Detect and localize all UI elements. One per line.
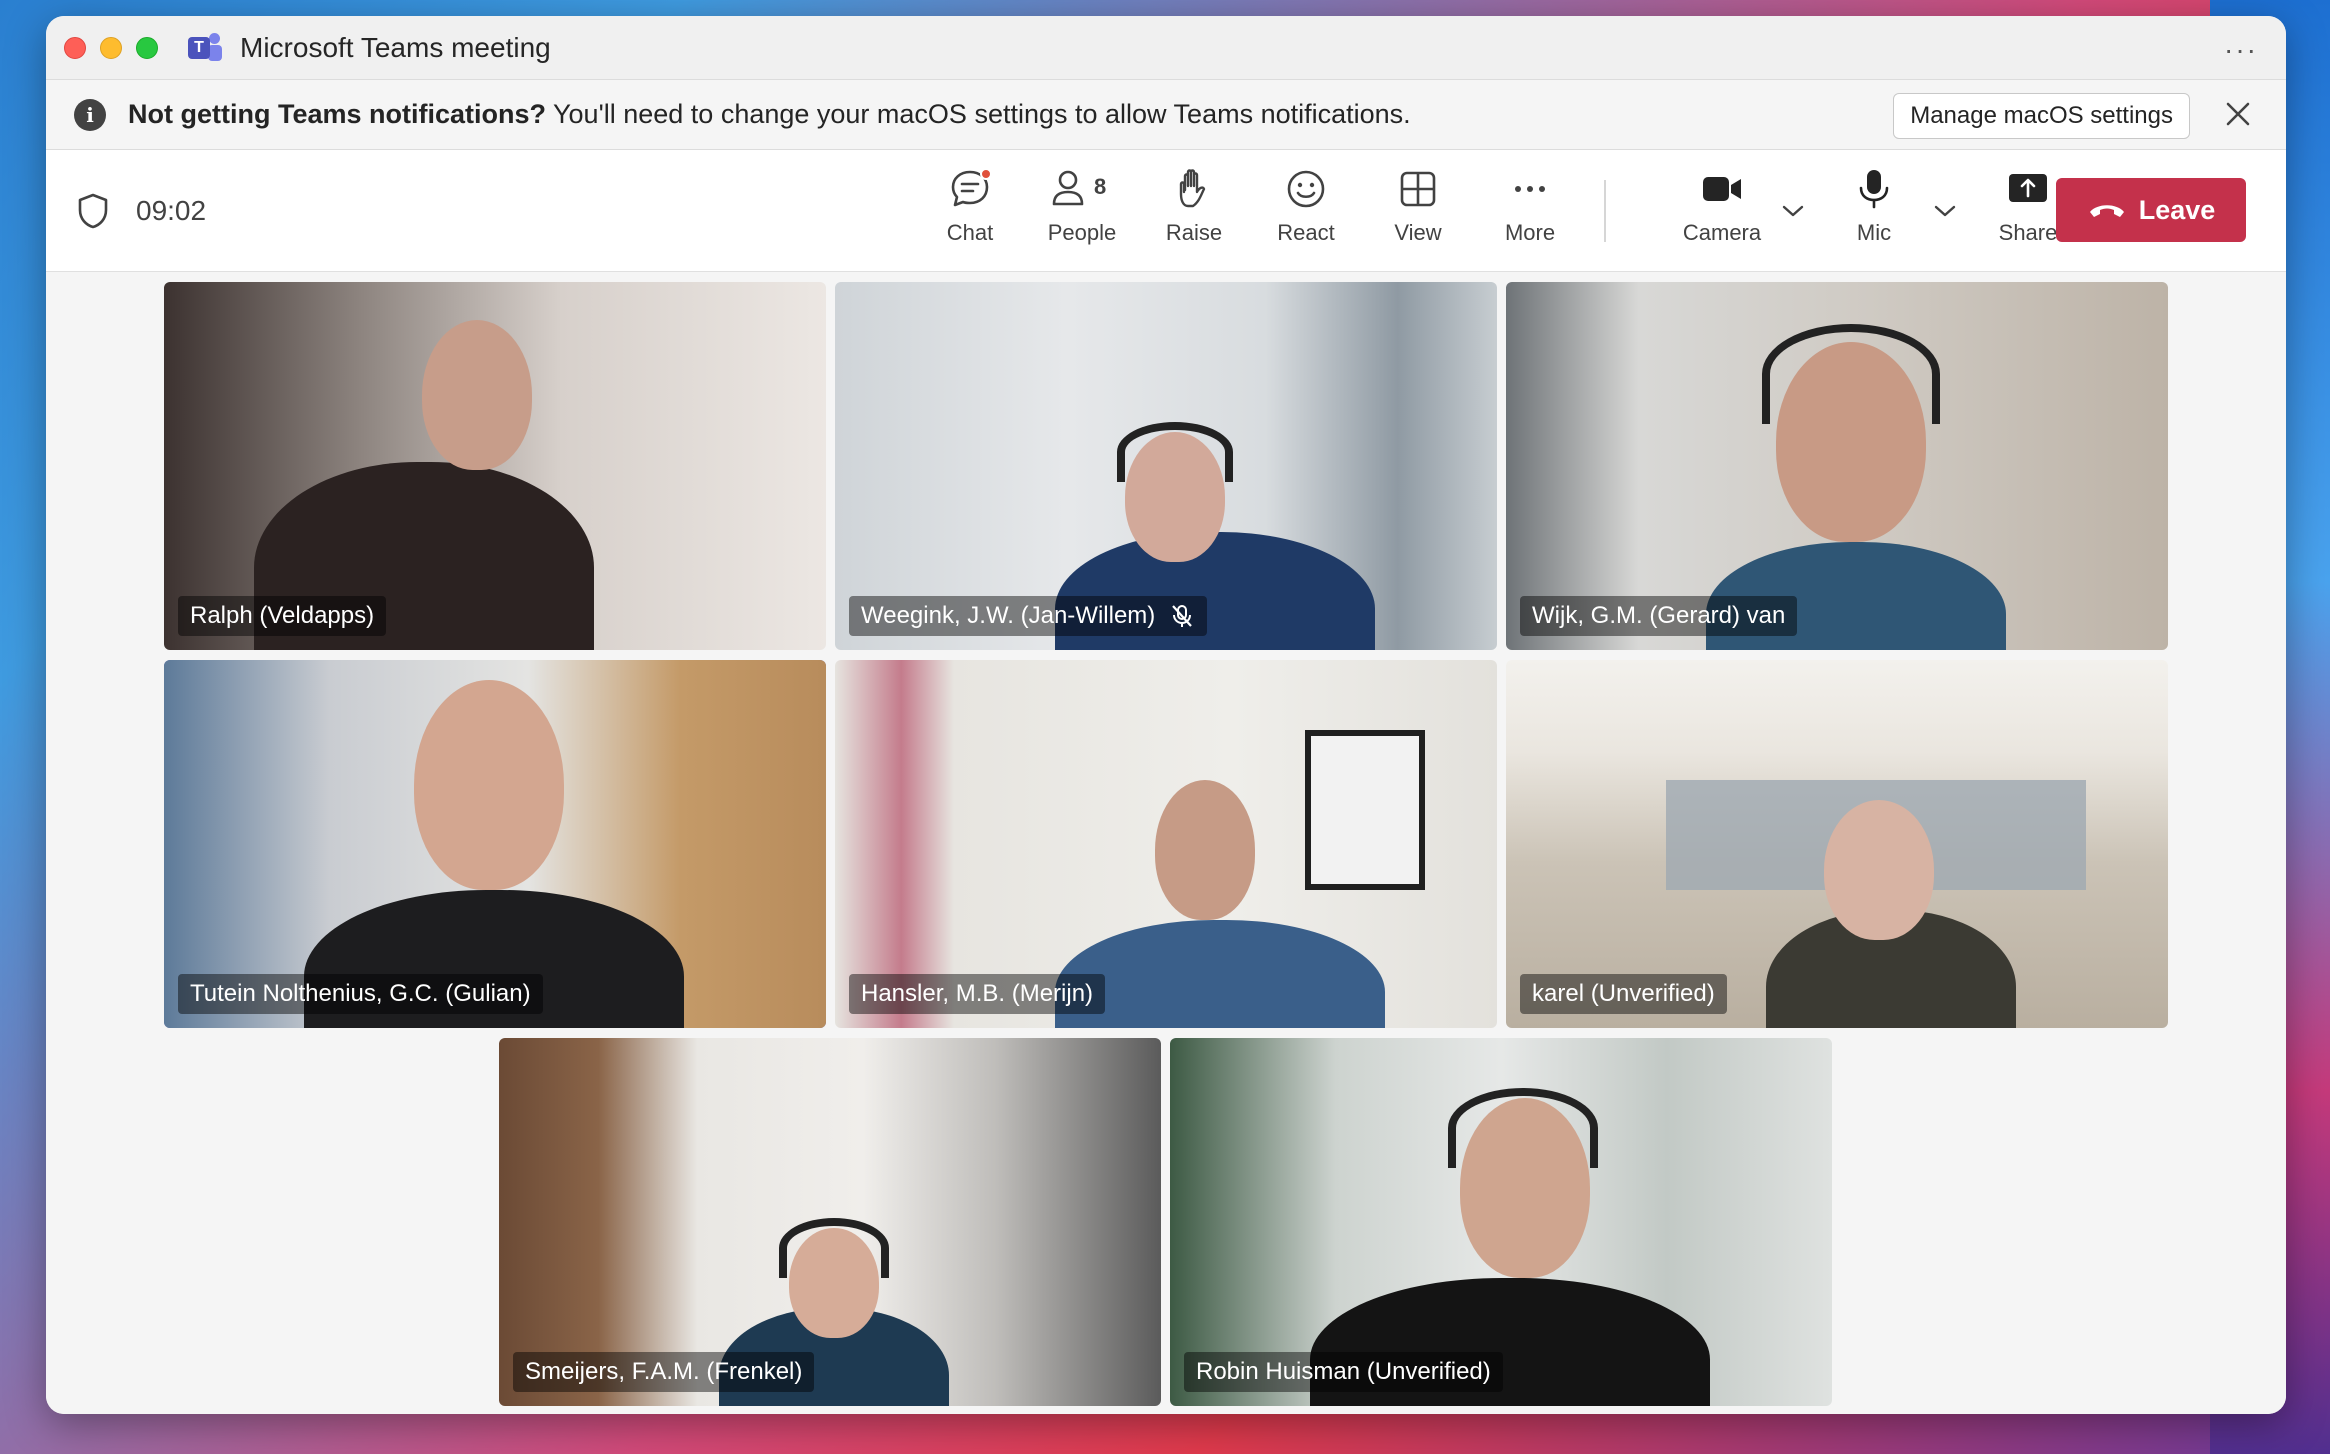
react-button[interactable]: React: [1256, 166, 1356, 256]
participant-name: karel (Unverified): [1532, 980, 1715, 1007]
more-icon: [1515, 186, 1545, 192]
zoom-window-button[interactable]: [136, 36, 158, 59]
react-label: React: [1277, 220, 1335, 245]
manage-macos-settings-button[interactable]: Manage macOS settings: [1893, 93, 2190, 139]
participant-tile[interactable]: Hansler, M.B. (Merijn): [835, 660, 1497, 1028]
window-title: Microsoft Teams meeting: [240, 31, 551, 63]
grid-view-icon: [1400, 171, 1436, 207]
participant-name-tag: Hansler, M.B. (Merijn): [849, 974, 1106, 1014]
participant-tile[interactable]: Ralph (Veldapps): [164, 282, 826, 650]
chat-label: Chat: [946, 220, 994, 245]
camera-icon: [1703, 177, 1741, 201]
people-icon: [1052, 170, 1084, 206]
chat-button[interactable]: Chat: [920, 166, 1020, 256]
people-label: People: [1047, 220, 1117, 245]
meeting-timer: 09:02: [136, 194, 207, 226]
participant-tile[interactable]: Wijk, G.M. (Gerard) van: [1506, 282, 2168, 650]
close-window-button[interactable]: [64, 36, 86, 59]
more-label: More: [1504, 220, 1556, 245]
raise-label: Raise: [1165, 220, 1223, 245]
teams-meeting-window: T Microsoft Teams meeting ··· i Not gett…: [46, 16, 2286, 1414]
headset: [1117, 422, 1233, 482]
notification-text: Not getting Teams notifications? You'll …: [128, 99, 1411, 130]
participant-name: Smeijers, F.A.M. (Frenkel): [525, 1358, 803, 1385]
more-button[interactable]: More: [1480, 166, 1580, 256]
notification-bold-text: Not getting Teams notifications?: [128, 99, 546, 129]
people-button[interactable]: 8 People: [1032, 166, 1132, 256]
participant-tile[interactable]: karel (Unverified): [1506, 660, 2168, 1028]
participant-name: Wijk, G.M. (Gerard) van: [1532, 602, 1786, 629]
camera-options-chevron-down-icon[interactable]: [1780, 202, 1806, 220]
microphone-icon: [1859, 170, 1889, 209]
minimize-window-button[interactable]: [100, 36, 122, 59]
headset: [1762, 324, 1940, 424]
camera-button[interactable]: Camera: [1672, 166, 1772, 256]
close-icon[interactable]: [2220, 96, 2256, 132]
video-gallery: Ralph (Veldapps) Weegink, J.W. (Jan-Will…: [46, 274, 2286, 1414]
leave-button[interactable]: Leave: [2056, 178, 2246, 242]
participant-face: [1824, 800, 1934, 940]
mic-button[interactable]: Mic: [1824, 166, 1924, 256]
hang-up-phone-icon: [2089, 205, 2124, 217]
share-screen-icon: [2009, 174, 2047, 202]
participant-tile[interactable]: Robin Huisman (Unverified): [1170, 1038, 1832, 1406]
toolbar-divider: [1604, 180, 1606, 242]
headset: [1448, 1088, 1598, 1168]
camera-label: Camera: [1682, 220, 1762, 245]
participant-name-tag: Ralph (Veldapps): [178, 596, 387, 636]
mic-muted-icon: [1172, 605, 1193, 627]
participant-face: [422, 320, 532, 470]
participant-name-tag: Wijk, G.M. (Gerard) van: [1520, 596, 1798, 636]
participant-tile[interactable]: Smeijers, F.A.M. (Frenkel): [499, 1038, 1161, 1406]
participant-tile[interactable]: Weegink, J.W. (Jan-Willem): [835, 282, 1497, 650]
participant-name: Tutein Nolthenius, G.C. (Gulian): [190, 980, 531, 1007]
meeting-toolbar: 09:02 Chat 8 People Raise React View Mor…: [46, 150, 2286, 272]
mic-options-chevron-down-icon[interactable]: [1932, 202, 1958, 220]
teams-logo-icon: T: [188, 32, 222, 63]
headset: [779, 1218, 889, 1278]
raise-hand-icon: [1179, 169, 1206, 208]
unread-indicator: [980, 168, 992, 180]
wall-poster: [1305, 730, 1425, 890]
participant-face: [414, 680, 564, 890]
more-options-icon[interactable]: ···: [2224, 34, 2258, 66]
shield-icon[interactable]: [76, 192, 110, 230]
participant-face: [1155, 780, 1255, 920]
info-icon: i: [74, 98, 106, 131]
participant-name-tag: karel (Unverified): [1520, 974, 1727, 1014]
title-bar: T Microsoft Teams meeting ···: [46, 16, 2286, 80]
participant-name-tag: Robin Huisman (Unverified): [1184, 1352, 1503, 1392]
mic-label: Mic: [1856, 220, 1892, 245]
participant-count: 8: [1094, 174, 1107, 199]
participant-name-tag: Tutein Nolthenius, G.C. (Gulian): [178, 974, 543, 1014]
participant-name: Ralph (Veldapps): [190, 602, 375, 629]
participant-name: Robin Huisman (Unverified): [1196, 1358, 1491, 1385]
participant-name-tag: Weegink, J.W. (Jan-Willem): [849, 596, 1208, 636]
raise-hand-button[interactable]: Raise: [1144, 166, 1244, 256]
view-label: View: [1394, 220, 1442, 245]
window-controls: [64, 36, 158, 59]
participant-tile-active-speaker[interactable]: Tutein Nolthenius, G.C. (Gulian): [164, 660, 826, 1028]
view-button[interactable]: View: [1368, 166, 1468, 256]
notification-banner: i Not getting Teams notifications? You'l…: [46, 80, 2286, 150]
participant-name: Hansler, M.B. (Merijn): [861, 980, 1094, 1007]
participant-name-tag: Smeijers, F.A.M. (Frenkel): [513, 1352, 815, 1392]
smiley-icon: [1287, 170, 1325, 208]
leave-label: Leave: [2138, 194, 2216, 225]
notification-body-text: You'll need to change your macOS setting…: [546, 99, 1411, 129]
participant-name: Weegink, J.W. (Jan-Willem): [861, 602, 1156, 629]
